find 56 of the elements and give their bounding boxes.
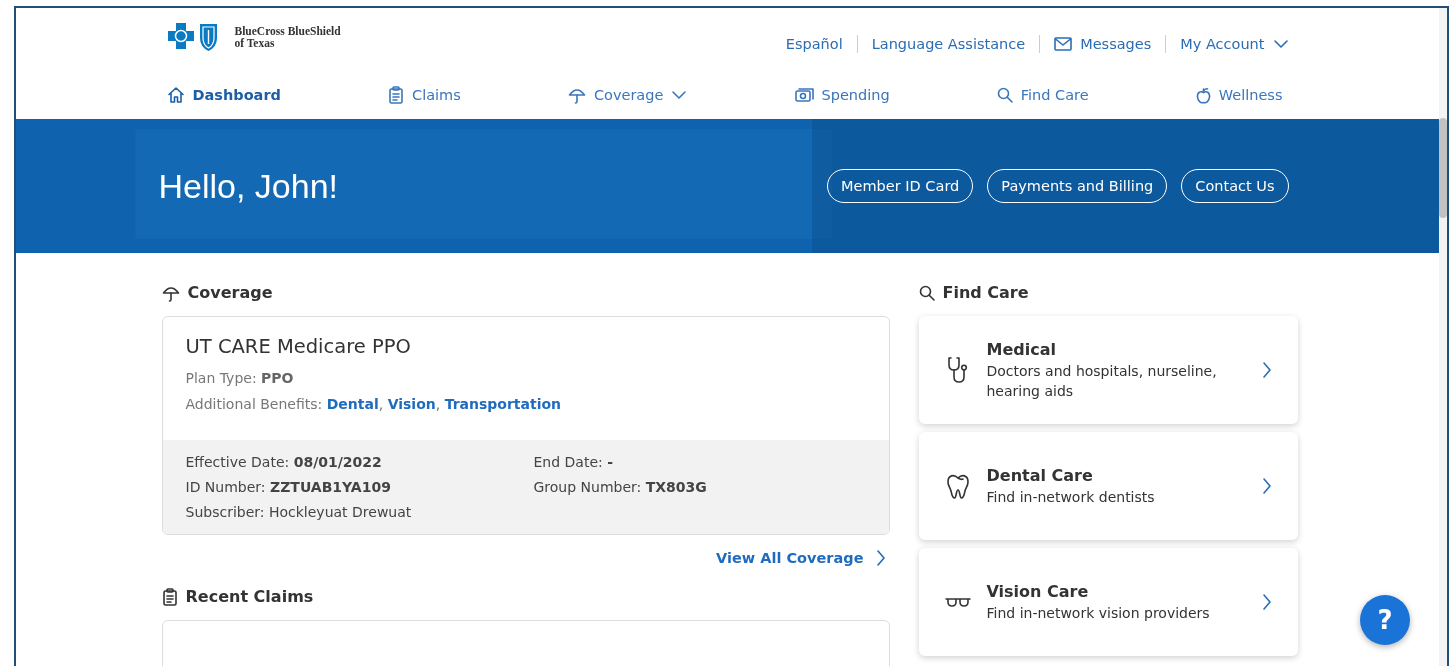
care-title: Medical [986, 339, 1057, 359]
section-heading: Find Care [942, 283, 1029, 302]
tooth-icon [945, 473, 970, 499]
nav-tab[interactable]: Find Care [996, 87, 1089, 103]
care-description: Find in-network vision providers [986, 603, 1211, 623]
stethoscope-icon [946, 356, 969, 384]
detail-text: Group Number: TX803G [533, 479, 708, 495]
care-card[interactable]: Medical Doctors and hospitals, nurseline, hearing aids [918, 316, 1298, 424]
benefits-text: Additional Benefits: Dental, Vision, Transportation [185, 396, 563, 412]
header-link[interactable]: Español [785, 36, 843, 52]
care-title: Dental Care [986, 465, 1094, 485]
envelope-icon [1054, 37, 1073, 51]
help-button[interactable]: ? [1360, 595, 1410, 645]
nav-tab[interactable]: Coverage [567, 86, 688, 104]
clipboard-icon [161, 587, 178, 606]
umbrella-icon [567, 86, 586, 104]
messages-link[interactable]: Messages [1054, 36, 1152, 52]
nav-tab[interactable]: Wellness [1195, 86, 1283, 104]
greeting-heading: Hello, John! [158, 166, 339, 206]
clipboard-icon [388, 86, 405, 104]
glasses-icon [944, 596, 971, 608]
plan-name: UT CARE Medicare PPO [185, 335, 412, 358]
chevron-right-icon [1261, 361, 1272, 379]
care-description: Find in-network dentists [986, 487, 1156, 507]
nav-tab[interactable]: Claims [388, 86, 461, 104]
care-description: Doctors and hospitals, nurseline, hearing aids [986, 361, 1218, 401]
search-icon [996, 87, 1013, 103]
chevron-down-icon [1272, 39, 1289, 49]
detail-text: End Date: - [533, 454, 614, 470]
plan-type: Plan Type: PPO [185, 370, 295, 386]
care-card[interactable]: Dental Care Find in-network dentists [918, 432, 1298, 540]
view-all-link[interactable]: View All Coverage [716, 549, 890, 567]
detail-text: ID Number: ZZTUAB1YA109 [185, 479, 392, 495]
section-heading: Recent Claims [185, 587, 314, 606]
chevron-right-icon [875, 549, 886, 567]
detail-text: Effective Date: 08/01/2022 [185, 454, 383, 470]
home-icon [166, 86, 185, 104]
search-icon [918, 284, 935, 301]
care-card[interactable]: Vision Care Find in-network vision providers [918, 548, 1298, 656]
nav-tab[interactable]: Spending [794, 87, 890, 103]
scrollbar-thumb[interactable] [1439, 118, 1447, 218]
detail-text: Subscriber: Hockleyuat Drewuat [185, 504, 413, 520]
chevron-right-icon [1261, 477, 1272, 495]
benefit-link[interactable]: Vision [387, 396, 436, 412]
benefit-link[interactable]: Transportation [444, 396, 562, 412]
money-icon [794, 87, 814, 103]
chevron-right-icon [1261, 593, 1272, 611]
benefit-link[interactable]: Dental [326, 396, 379, 412]
header-link[interactable]: Language Assistance [871, 36, 1026, 52]
logo-text: of Texas [234, 37, 276, 49]
apple-icon [1195, 86, 1211, 104]
nav-tab[interactable]: Dashboard [166, 86, 281, 104]
account-menu[interactable]: My Account [1180, 36, 1289, 52]
logo-text: BlueCross BlueShield [234, 25, 341, 37]
section-heading: Coverage [187, 283, 273, 302]
care-title: Vision Care [986, 581, 1090, 601]
